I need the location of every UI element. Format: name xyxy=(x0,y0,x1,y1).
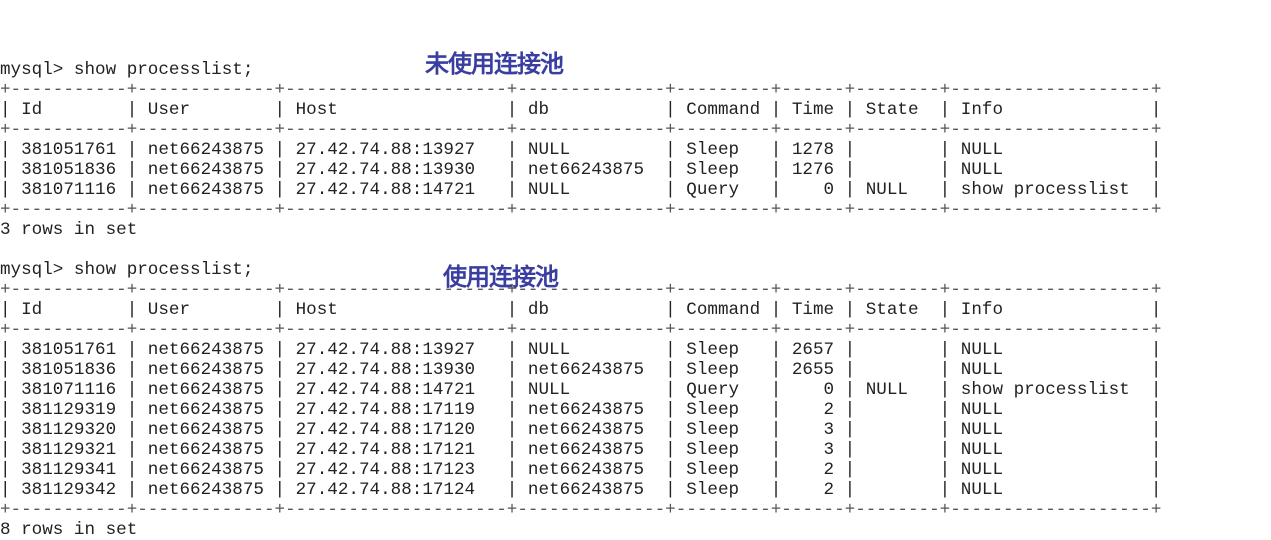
table-row: | 381129342 | net66243875 | 27.42.74.88:… xyxy=(0,480,1162,500)
row-count: 3 rows in set xyxy=(0,220,138,240)
table-row: | 381071116 | net66243875 | 27.42.74.88:… xyxy=(0,380,1162,400)
table-border: +-----------+-------------+-------------… xyxy=(0,320,1162,340)
row-count: 8 rows in set xyxy=(0,520,138,540)
table-header: | Id | User | Host | db | Command | Time… xyxy=(0,300,1162,320)
table-border: +-----------+-------------+-------------… xyxy=(0,80,1162,100)
table-row: | 381051761 | net66243875 | 27.42.74.88:… xyxy=(0,340,1162,360)
command-prompt: mysql> show processlist; xyxy=(0,260,254,280)
table-border: +-----------+-------------+-------------… xyxy=(0,120,1162,140)
table-row: | 381129319 | net66243875 | 27.42.74.88:… xyxy=(0,400,1162,420)
table-row: | 381071116 | net66243875 | 27.42.74.88:… xyxy=(0,180,1162,200)
table-row: | 381051836 | net66243875 | 27.42.74.88:… xyxy=(0,160,1162,180)
table-border: +-----------+-------------+-------------… xyxy=(0,280,1162,300)
table-row: | 381051836 | net66243875 | 27.42.74.88:… xyxy=(0,360,1162,380)
table-row: | 381129320 | net66243875 | 27.42.74.88:… xyxy=(0,420,1162,440)
table-border: +-----------+-------------+-------------… xyxy=(0,500,1162,520)
table-row: | 381051761 | net66243875 | 27.42.74.88:… xyxy=(0,140,1162,160)
table-border: +-----------+-------------+-------------… xyxy=(0,200,1162,220)
terminal-output: mysql> show processlist; +-----------+---… xyxy=(0,60,1161,540)
command-prompt: mysql> show processlist; xyxy=(0,60,254,80)
table-row: | 381129321 | net66243875 | 27.42.74.88:… xyxy=(0,440,1162,460)
table-row: | 381129341 | net66243875 | 27.42.74.88:… xyxy=(0,460,1162,480)
table-header: | Id | User | Host | db | Command | Time… xyxy=(0,100,1162,120)
